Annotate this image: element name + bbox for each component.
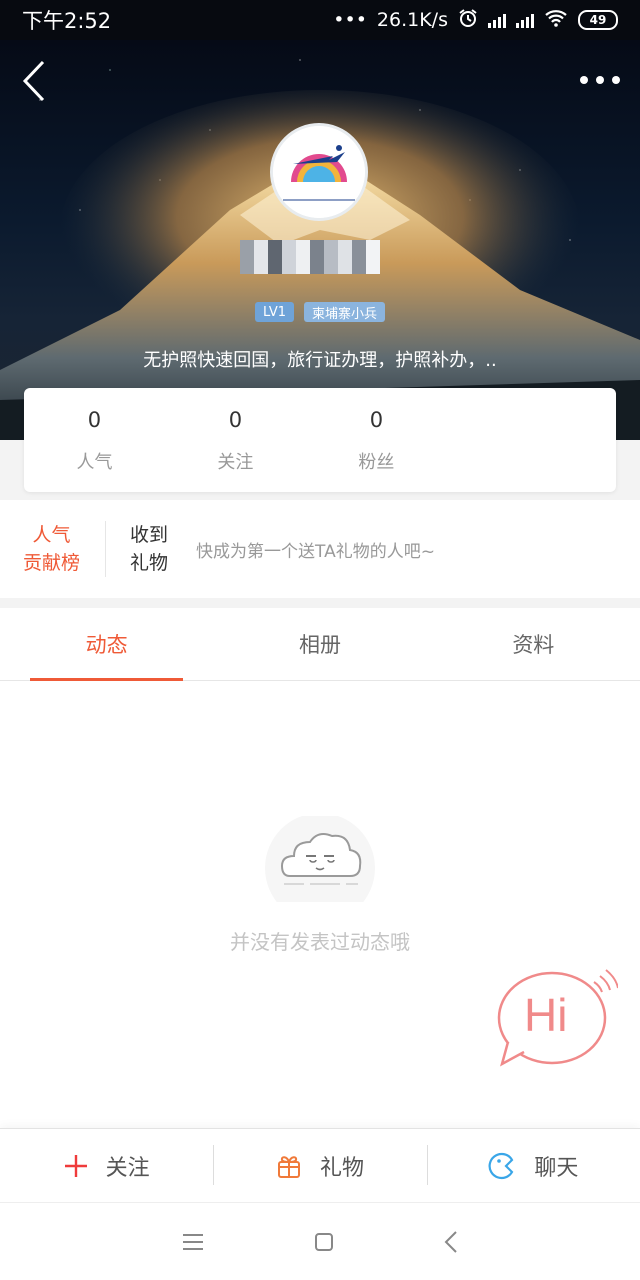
plus-icon [64,1154,87,1177]
alarm-icon [458,8,478,33]
back-button[interactable] [14,58,54,104]
travel-agency-logo [273,126,365,218]
stats-card: 0 人气 0 关注 0 粉丝 [24,388,616,492]
hi-label: Hi [524,989,568,1041]
section-divider [0,598,640,608]
gift-label: 礼物 [319,1155,364,1181]
chat-label: 聊天 [534,1155,579,1181]
gift-row[interactable]: 人气 贡献榜 收到 礼物 快成为第一个送TA礼物的人吧~ [0,500,640,598]
follow-label: 关注 [105,1155,150,1181]
stat-label: 粉丝 [358,452,395,473]
tab-profile-info[interactable]: 资料 [427,608,640,680]
stat-value: 0 [87,408,102,432]
gift-icon [277,1155,300,1178]
stats-spacer [447,388,616,492]
popularity-rank-label[interactable]: 人气 贡献榜 [0,521,106,577]
stat-value: 0 [369,408,384,432]
bottom-action-bar: 关注 礼物 聊天 [0,1128,640,1202]
tab-bar: 动态 相册 资料 [0,608,640,681]
status-bar: 下午2:52 ••• 26.1K/s 49 [0,0,640,40]
dots-icon: ••• [333,9,367,31]
profile-header: LV1 柬埔寨小兵 无护照快速回国，旅行证办理，护照补办，.. [0,40,640,440]
follow-button[interactable]: 关注 [0,1129,213,1202]
received-line-1: 收到 [129,524,168,546]
avatar[interactable] [270,123,368,221]
level-badge: LV1 [255,302,294,322]
stat-following[interactable]: 0 关注 [165,388,306,492]
back-nav-icon[interactable] [444,1230,458,1253]
stat-fans[interactable]: 0 粉丝 [306,388,447,492]
badge-row: LV1 柬埔寨小兵 [0,302,640,322]
gift-hint: 快成为第一个送TA礼物的人吧~ [196,541,435,562]
cloud-icon [265,816,375,902]
home-icon[interactable] [314,1232,334,1252]
system-nav-bar [0,1202,640,1280]
gift-button[interactable]: 礼物 [213,1129,426,1202]
received-line-2: 礼物 [129,552,168,574]
chat-icon [488,1152,514,1179]
tab-album[interactable]: 相册 [213,608,426,680]
menu-icon[interactable] [182,1233,204,1251]
stat-popularity[interactable]: 0 人气 [24,388,165,492]
stat-label: 人气 [76,452,113,473]
more-options-button[interactable] [580,68,620,92]
username-pixelated [240,240,380,274]
stat-label: 关注 [217,452,254,473]
more-dot-icon [580,76,588,84]
rank-line-1: 人气 [32,524,71,546]
title-badge: 柬埔寨小兵 [303,302,385,322]
signal-r-icon [488,12,506,28]
hi-greeting-button[interactable]: Hi [494,968,619,1068]
profile-bio: 无护照快速回国，旅行证办理，护照补办，.. [143,350,497,371]
empty-state-text: 并没有发表过动态哦 [230,930,410,954]
battery-icon: 49 [578,10,618,30]
status-time: 下午2:52 [22,9,112,33]
more-dot-icon [596,76,604,84]
net-speed: 26.1K/s [376,9,448,31]
more-dot-icon [612,76,620,84]
signal-icon [516,12,534,28]
wifi-icon [544,9,568,32]
gifts-received-label: 收到 礼物 [116,521,182,577]
tab-feed[interactable]: 动态 [0,608,213,681]
chat-button[interactable]: 聊天 [426,1129,640,1202]
status-icons: ••• 26.1K/s 49 [333,8,618,33]
chevron-left-icon [22,60,45,102]
stat-value: 0 [228,408,243,432]
rank-line-2: 贡献榜 [22,552,80,574]
